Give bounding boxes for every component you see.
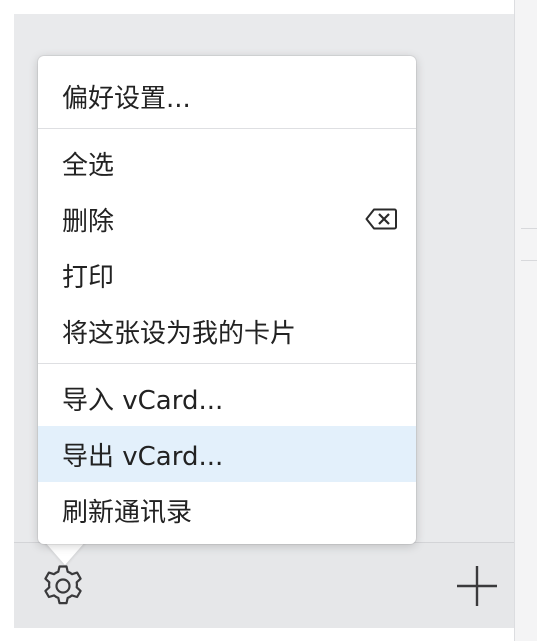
menu-item-refresh-contacts[interactable]: 刷新通讯录 [38, 482, 416, 538]
menu-item-make-my-card[interactable]: 将这张设为我的卡片 [38, 303, 416, 359]
menu-item-label: 打印 [62, 262, 115, 293]
menu-item-label: 删除 [62, 206, 115, 237]
add-contact-button[interactable] [452, 561, 502, 611]
gear-button[interactable] [38, 561, 88, 611]
menu-item-label: 全选 [62, 150, 115, 181]
right-pane [514, 0, 537, 641]
menu-item-label: 偏好设置... [62, 83, 191, 114]
plus-icon [457, 566, 497, 606]
menu-item-preferences[interactable]: 偏好设置... [38, 68, 416, 124]
menu-item-label: 刷新通讯录 [62, 497, 193, 528]
right-pane-divider [521, 260, 537, 261]
menu-pointer [44, 541, 86, 565]
menu-item-import-vcard[interactable]: 导入 vCard... [38, 370, 416, 426]
menu-item-export-vcard[interactable]: 导出 vCard... [38, 426, 416, 482]
bottom-toolbar [14, 542, 514, 628]
menu-item-label: 导入 vCard... [62, 385, 224, 416]
menu-item-print[interactable]: 打印 [38, 247, 416, 303]
menu-item-label: 导出 vCard... [62, 441, 224, 472]
menu-separator [38, 128, 416, 129]
menu-item-select-all[interactable]: 全选 [38, 135, 416, 191]
right-pane-divider [521, 228, 537, 229]
menu-item-label: 将这张设为我的卡片 [62, 318, 297, 349]
menu-item-delete[interactable]: 删除 [38, 191, 416, 247]
menu-separator [38, 363, 416, 364]
context-menu: 偏好设置... 全选 删除 打印 将这张设为我的卡片 导入 vCard... 导… [38, 56, 416, 544]
gear-icon [44, 565, 82, 605]
delete-key-icon [364, 205, 398, 233]
